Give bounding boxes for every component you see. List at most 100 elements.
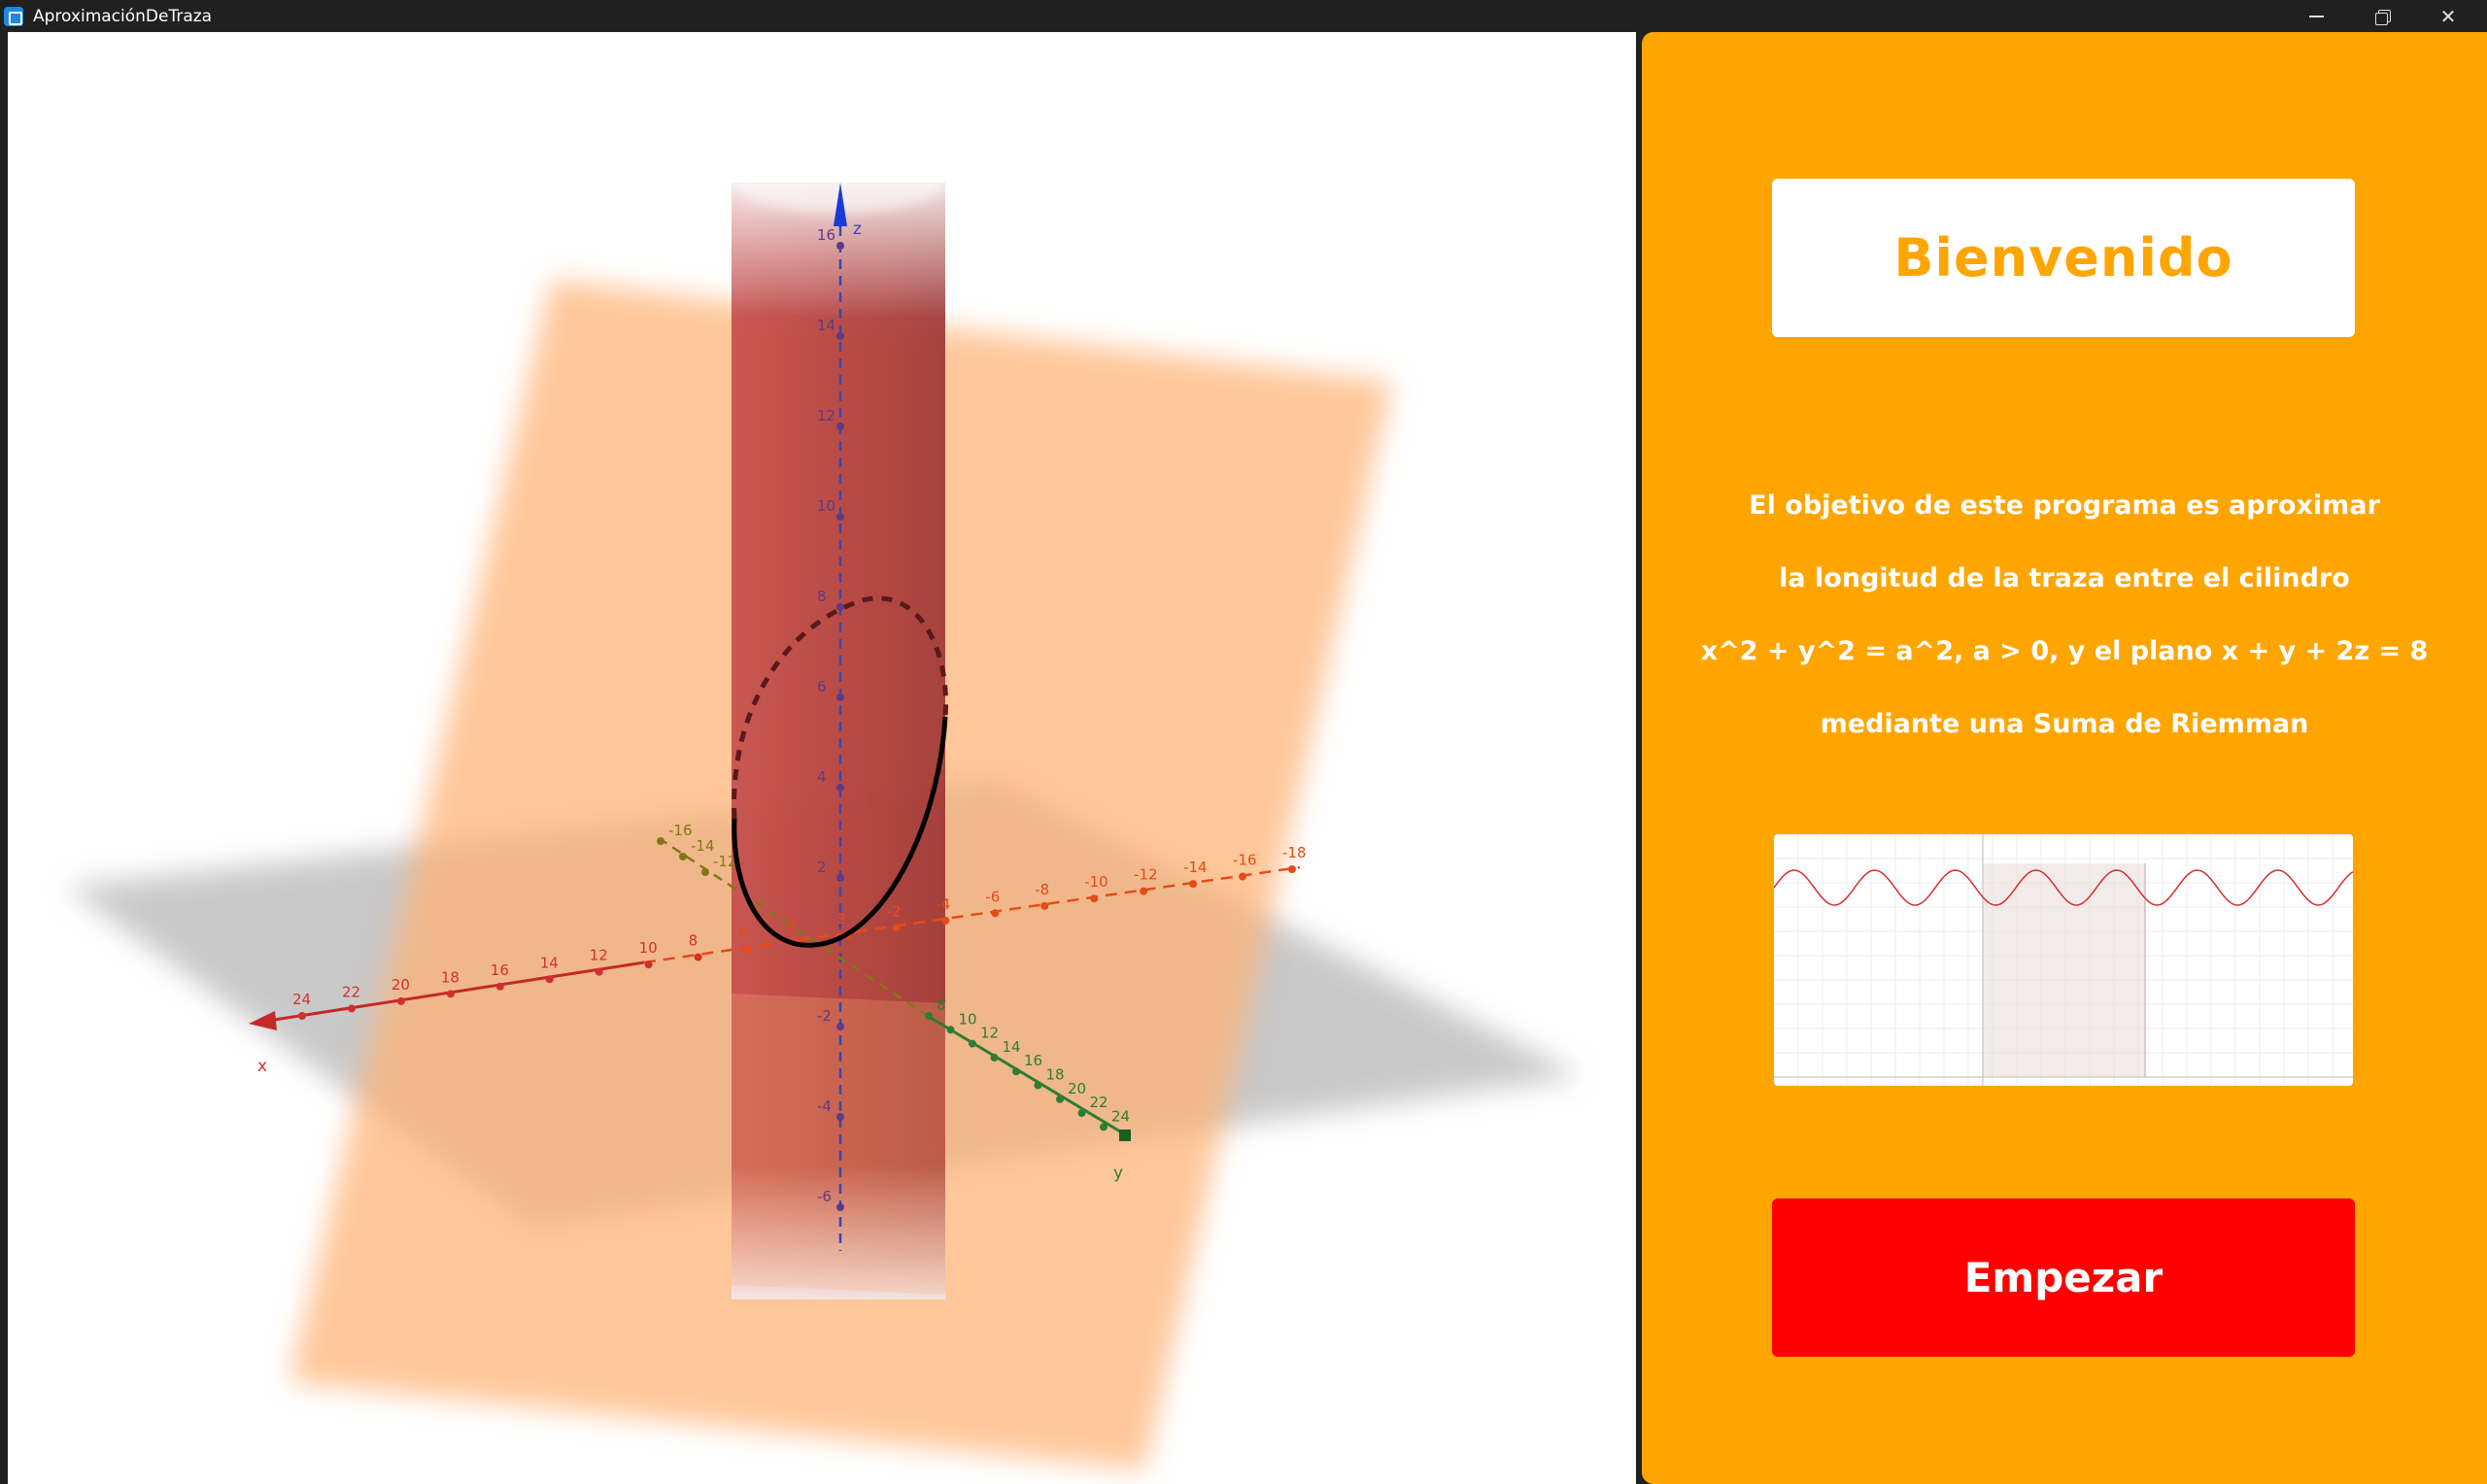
y-tick-label: 24	[1111, 1107, 1130, 1125]
x-tick-mark	[1239, 872, 1247, 881]
z-tick-label: 16	[817, 226, 835, 244]
y-tick-mark	[701, 868, 709, 876]
y-tick-mark	[1034, 1081, 1042, 1090]
y-tick-mark	[969, 1039, 976, 1048]
x-tick-label: 8	[689, 932, 698, 950]
x-tick-mark	[991, 909, 1000, 918]
description-line-1: El objetivo de este programa es aproxima…	[1749, 490, 2380, 521]
x-tick-label: 2	[836, 910, 846, 928]
y-tick-mark	[1056, 1095, 1064, 1103]
x-tick-mark	[298, 1012, 306, 1020]
x-tick-mark	[644, 961, 653, 969]
x-tick-mark	[941, 916, 950, 925]
x-tick-label: -2	[886, 902, 901, 920]
x-tick-label: 18	[441, 968, 460, 986]
z-tick-label: -6	[817, 1188, 832, 1205]
minimize-icon	[2308, 15, 2324, 17]
x-tick-label: -6	[985, 888, 1000, 905]
x-tick-mark	[743, 946, 752, 955]
z-tick-label: 8	[817, 588, 827, 605]
description-line-2: la longitud de la traza entre el cilindr…	[1779, 563, 2350, 593]
z-tick-label: 2	[817, 859, 827, 876]
x-tick-mark	[396, 996, 405, 1005]
restore-icon	[2375, 9, 2391, 25]
z-tick-mark	[836, 422, 844, 430]
y-tick-label: -12	[713, 853, 737, 870]
x-tick-mark	[1140, 887, 1148, 895]
z-tick-mark	[836, 513, 844, 521]
y-tick-label: 12	[980, 1025, 999, 1042]
z-tick-mark	[836, 874, 844, 882]
z-tick-label: 6	[817, 678, 827, 695]
x-tick-label: -8	[1035, 881, 1049, 898]
graph-3d-canvas: 161412108642-2-4-6 z 24 22 20 18 16 14 12 10 8 6 4…	[66, 152, 1582, 1469]
y-tick-mark	[679, 853, 687, 860]
x-tick-label: -4	[936, 895, 950, 913]
y-tick-mark	[925, 1012, 933, 1020]
y-axis-end-marker	[1119, 1130, 1131, 1141]
window-title: AproximaciónDeTraza	[33, 7, 213, 26]
z-tick-mark	[836, 1203, 844, 1211]
graph-3d-view[interactable]: 16 14 12 10 8 6 4 2 -2 -4 -6 z 24 22 20 18 16 14 12 10 8 6 4…	[8, 32, 1636, 1484]
y-tick-mark	[990, 1053, 999, 1062]
close-button[interactable]: ✕	[2415, 0, 2481, 32]
welcome-title: Bienvenido	[1893, 227, 2233, 288]
y-tick-label: 8	[937, 996, 946, 1014]
x-tick-label: 4	[788, 918, 798, 935]
z-tick-mark	[836, 603, 844, 611]
y-axis-label: y	[1113, 1164, 1123, 1183]
y-tick-label: 20	[1068, 1080, 1086, 1097]
z-tick-label: 14	[817, 317, 835, 334]
z-tick-label: 10	[817, 497, 835, 515]
x-tick-mark	[446, 990, 455, 998]
y-tick-mark	[1012, 1067, 1020, 1076]
restore-button[interactable]	[2349, 0, 2415, 32]
x-tick-label: -16	[1233, 852, 1257, 869]
y-tick-mark	[1077, 1109, 1086, 1118]
close-icon: ✕	[2439, 4, 2457, 28]
welcome-card: Bienvenido	[1772, 179, 2355, 337]
x-tick-label: 10	[639, 939, 658, 957]
z-tick-mark	[836, 1113, 844, 1121]
z-tick-mark	[836, 332, 844, 340]
x-tick-label: 6	[738, 925, 748, 942]
x-tick-label: -18	[1282, 844, 1307, 861]
x-tick-mark	[1040, 901, 1049, 910]
info-panel: Bienvenido El objetivo de este programa …	[1642, 32, 2487, 1484]
x-tick-label: 12	[590, 947, 608, 964]
y-tick-label: 22	[1090, 1094, 1108, 1111]
title-bar: AproximaciónDeTraza ✕	[0, 0, 2487, 32]
z-tick-label: 12	[817, 407, 835, 424]
x-axis-label: x	[257, 1057, 267, 1076]
x-tick-mark	[1288, 865, 1296, 873]
y-tick-label: 16	[1024, 1052, 1042, 1069]
z-tick-mark	[836, 1023, 844, 1030]
y-tick-mark	[946, 1026, 955, 1034]
x-tick-label: -12	[1134, 866, 1158, 884]
x-tick-label: -10	[1084, 873, 1108, 891]
y-tick-label: 14	[1003, 1038, 1021, 1056]
x-tick-label: 24	[292, 991, 311, 1008]
description-line-4: mediante una Suma de Riemman	[1820, 709, 2309, 739]
minimize-button[interactable]	[2283, 0, 2349, 32]
z-tick-label: -2	[817, 1007, 832, 1025]
z-tick-label: 4	[817, 768, 827, 786]
y-tick-mark	[1100, 1123, 1107, 1131]
riemann-shaded-region	[1983, 863, 2145, 1077]
app-window-icon	[4, 7, 23, 26]
riemann-preview-image	[1774, 834, 2353, 1086]
z-tick-label: -4	[817, 1097, 832, 1115]
y-tick-label: -16	[668, 822, 693, 839]
x-tick-label: 20	[392, 976, 410, 994]
riemann-preview-graph	[1774, 834, 2353, 1086]
x-tick-label: 16	[491, 961, 509, 979]
z-tick-mark	[836, 242, 844, 250]
z-tick-mark	[836, 784, 844, 792]
z-tick-mark	[836, 693, 844, 701]
x-tick-mark	[595, 967, 603, 976]
y-tick-label: -14	[691, 837, 715, 855]
x-tick-mark	[1189, 880, 1198, 889]
description-line-3: x^2 + y^2 = a^2, a > 0, y el plano x + y…	[1700, 636, 2429, 666]
start-button[interactable]: Empezar	[1772, 1198, 2355, 1357]
x-tick-mark	[1090, 894, 1099, 903]
